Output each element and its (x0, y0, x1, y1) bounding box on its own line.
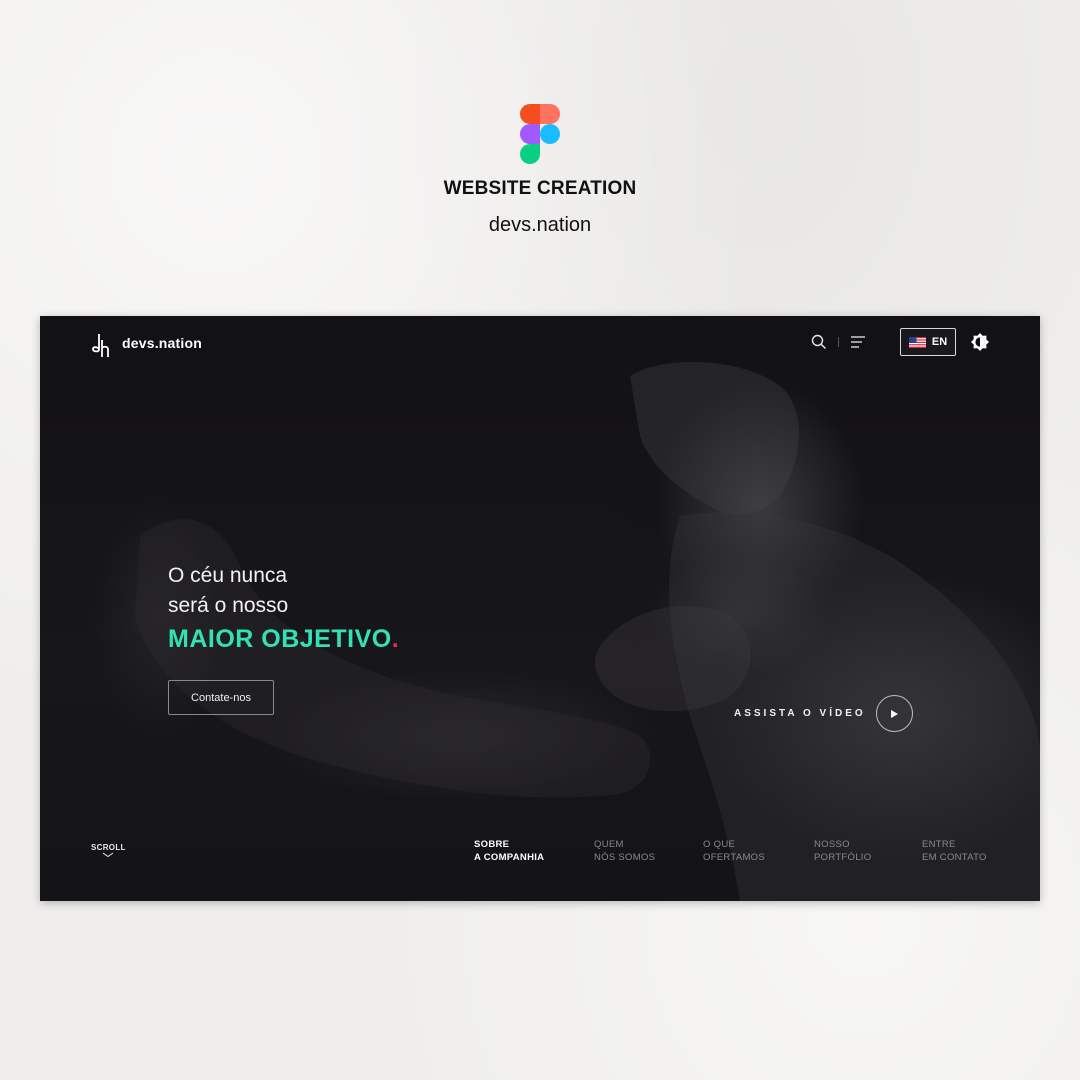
section-link-line-2: A COMPANHIA (474, 852, 545, 863)
section-link-line-1: ENTRE (922, 839, 956, 850)
brand-logo[interactable]: devs.nation (90, 328, 202, 358)
section-link-offerings[interactable]: O QUE OFERTAMOS (703, 838, 765, 864)
section-link-line-2: OFERTAMOS (703, 852, 765, 863)
language-selector[interactable]: EN (900, 328, 956, 356)
brand-name: devs.nation (122, 335, 202, 351)
section-link-line-2: EM CONTATO (922, 852, 987, 863)
hero-line-1: O céu nunca (168, 564, 288, 587)
search-icon (811, 334, 826, 349)
hero-accent-text: MAIOR OBJETIVO (168, 625, 392, 653)
section-link-portfolio[interactable]: NOSSO PORTFÓLIO (814, 838, 871, 864)
dh-monogram-icon (92, 334, 109, 357)
section-link-line-1: QUEM (594, 839, 624, 850)
divider (838, 337, 839, 347)
hero-line-2: será o nosso (168, 594, 289, 617)
theme-toggle-button[interactable] (970, 332, 990, 352)
section-link-line-1: NOSSO (814, 839, 850, 850)
menu-button[interactable] (848, 332, 868, 352)
us-flag-icon (908, 336, 926, 348)
hero-accent-line: MAIOR OBJETIVO. (168, 622, 399, 656)
watch-video-link[interactable]: ASSISTA O VÍDEO (734, 695, 913, 732)
website-mockup: devs.nation EN O céu nunca será o nosso … (40, 316, 1040, 901)
contrast-toggle-icon (971, 333, 989, 351)
search-button[interactable] (809, 332, 829, 352)
section-navigation: SOBRE A COMPANHIA QUEM NÓS SOMOS O QUE O… (40, 838, 1040, 868)
section-link-line-1: SOBRE (474, 839, 510, 850)
play-icon (891, 709, 899, 718)
hero-accent-dot: . (391, 625, 400, 653)
section-link-line-1: O QUE (703, 839, 736, 850)
section-link-line-2: NÓS SOMOS (594, 852, 656, 863)
play-button[interactable] (875, 695, 913, 732)
section-link-line-2: PORTFÓLIO (814, 852, 872, 863)
header-tools: EN (809, 328, 990, 356)
hero-headline: O céu nunca será o nosso MAIOR OBJETIVO. (168, 561, 399, 656)
watch-video-label: ASSISTA O VÍDEO (734, 708, 866, 719)
showcase-subtitle: devs.nation (488, 214, 592, 236)
section-link-who-we-are[interactable]: QUEM NÓS SOMOS (594, 838, 655, 864)
section-link-contact[interactable]: ENTRE EM CONTATO (922, 838, 987, 864)
showcase-title: WEBSITE CREATION (443, 178, 637, 199)
menu-icon (851, 336, 865, 348)
section-link-about[interactable]: SOBRE A COMPANHIA (474, 838, 544, 864)
figma-logo-icon (520, 104, 560, 164)
language-label: EN (931, 336, 948, 348)
contact-button[interactable]: Contate-nos (168, 680, 274, 715)
